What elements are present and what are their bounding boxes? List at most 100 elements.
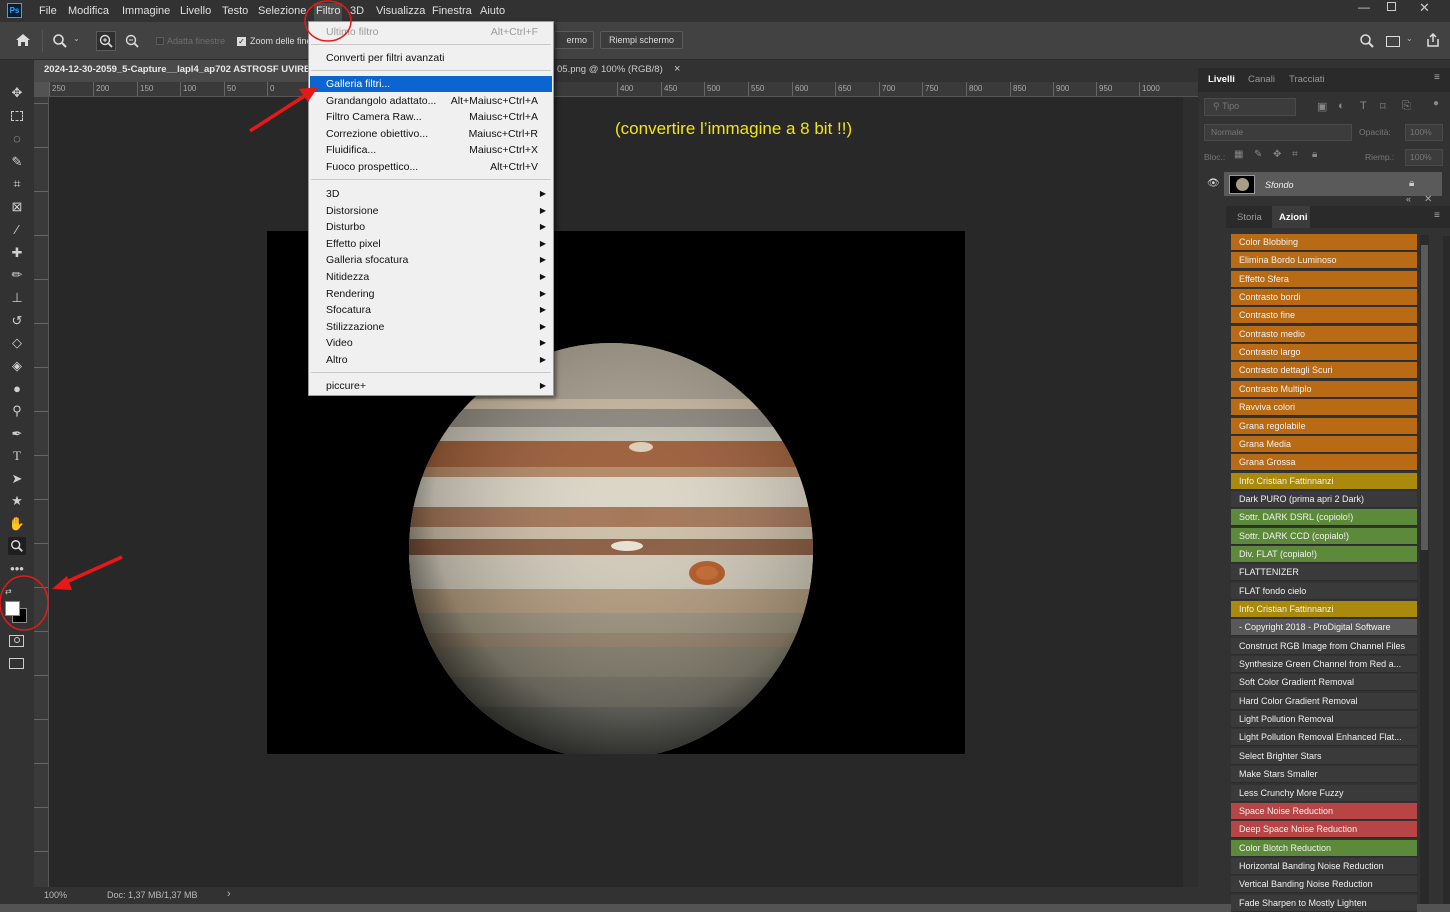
pen-tool-icon[interactable]: ✒ xyxy=(8,425,26,443)
path-selection-tool-icon[interactable]: ➤ xyxy=(8,470,26,488)
action-item[interactable]: Construct RGB Image from Channel Files xyxy=(1231,637,1417,655)
action-item[interactable]: Contrasto dettagli Scuri xyxy=(1231,362,1417,380)
filter-type-icon[interactable]: T xyxy=(1360,100,1367,112)
action-item[interactable]: Color Blobbing xyxy=(1231,234,1417,251)
action-item[interactable]: Effetto Sfera xyxy=(1231,270,1417,288)
action-item[interactable]: FLAT fondo cielo xyxy=(1231,582,1417,600)
action-item[interactable]: Synthesize Green Channel from Red a... xyxy=(1231,656,1417,674)
action-item[interactable]: Dark PURO (prima apri 2 Dark) xyxy=(1231,490,1417,508)
action-item[interactable]: Soft Color Gradient Removal xyxy=(1231,674,1417,692)
marquee-tool-icon[interactable] xyxy=(8,107,26,125)
action-item[interactable]: Horizontal Banding Noise Reduction xyxy=(1231,857,1417,875)
maximize-icon[interactable] xyxy=(1387,2,1396,11)
adapt-windows-checkbox[interactable] xyxy=(156,37,164,45)
action-item[interactable]: Contrasto Multiplo xyxy=(1231,380,1417,398)
tab-azioni[interactable]: Azioni xyxy=(1272,206,1310,228)
action-item[interactable]: Elimina Bordo Luminoso xyxy=(1231,252,1417,270)
action-item[interactable]: Div. FLAT (copialo!) xyxy=(1231,545,1417,563)
shape-tool-icon[interactable]: ★ xyxy=(8,492,26,510)
quick-mask-icon[interactable] xyxy=(9,635,24,647)
zoom-tool-active-icon[interactable] xyxy=(8,537,26,555)
layer-filter-dropdown[interactable]: ⚲ Tipo xyxy=(1204,98,1296,116)
brush-tool-icon[interactable]: ✏ xyxy=(8,266,26,284)
actions-scrollbar[interactable] xyxy=(1420,235,1429,904)
filter-pixel-icon[interactable]: ▣ xyxy=(1317,100,1327,113)
action-item[interactable]: FLATTENIZER xyxy=(1231,564,1417,582)
menu-item-stilizzazione[interactable]: Stilizzazione ▶ xyxy=(310,319,552,335)
blend-mode-dropdown[interactable]: Normale xyxy=(1204,124,1352,141)
actions-menu-icon[interactable]: ≡ xyxy=(1434,210,1440,221)
hand-tool-icon[interactable]: ✋ xyxy=(8,515,26,533)
action-item[interactable]: Vertical Banding Noise Reduction xyxy=(1231,876,1417,894)
menu-3d[interactable]: 3D xyxy=(350,5,364,17)
minimize-icon[interactable]: — xyxy=(1358,0,1370,14)
zoom-out-icon[interactable] xyxy=(123,32,141,50)
action-item[interactable]: - Copyright 2018 - ProDigital Software xyxy=(1231,619,1417,637)
type-tool-icon[interactable]: T xyxy=(8,447,26,465)
action-item[interactable]: Info Cristian Fattinnanzi xyxy=(1231,472,1417,490)
menu-item-galleria-filtri[interactable]: Galleria filtri... xyxy=(310,76,552,92)
panel-menu-icon[interactable]: ≡ xyxy=(1434,72,1440,83)
move-tool-icon[interactable]: ✥ xyxy=(8,84,26,102)
layer-name[interactable]: Sfondo xyxy=(1265,180,1294,190)
action-item[interactable]: Contrasto medio xyxy=(1231,325,1417,343)
action-item[interactable]: Hard Color Gradient Removal xyxy=(1231,692,1417,710)
clone-stamp-tool-icon[interactable]: ⊥ xyxy=(8,289,26,307)
action-item[interactable]: Contrasto bordi xyxy=(1231,289,1417,307)
fill-screen-button[interactable]: Riempi schermo xyxy=(600,31,684,49)
frame-tool-icon[interactable]: ⊠ xyxy=(8,198,26,216)
menu-visualizza[interactable]: Visualizza xyxy=(376,5,425,17)
eyedropper-tool-icon[interactable]: ⁄ xyxy=(8,221,26,239)
menu-item-effetto-pixel[interactable]: Effetto pixel ▶ xyxy=(310,236,552,252)
menu-livello[interactable]: Livello xyxy=(180,5,211,17)
action-item[interactable]: Grana regolabile xyxy=(1231,417,1417,435)
menu-modifica[interactable]: Modifica xyxy=(68,5,109,17)
zoom-in-button[interactable] xyxy=(96,31,116,51)
foreground-color-swatch[interactable] xyxy=(5,601,20,616)
action-item[interactable]: Info Cristian Fattinnanzi xyxy=(1231,601,1417,618)
menu-item-nitidezza[interactable]: Nitidezza ▶ xyxy=(310,269,552,285)
menu-item-altro[interactable]: Altro ▶ xyxy=(310,352,552,368)
fill-input[interactable]: 100% xyxy=(1405,149,1443,166)
opacity-input[interactable]: 100% xyxy=(1405,124,1443,141)
layer-visibility-icon[interactable]: 👁︎ xyxy=(1207,178,1220,189)
tab-tracciati[interactable]: Tracciati xyxy=(1289,74,1325,85)
menu-item-sfocatura[interactable]: Sfocatura ▶ xyxy=(310,302,552,318)
actions-scroll-thumb[interactable] xyxy=(1421,245,1428,550)
action-item[interactable]: Light Pollution Removal Enhanced Flat... xyxy=(1231,729,1417,747)
more-tools-icon[interactable]: ••• xyxy=(8,560,26,578)
swap-colors-icon[interactable]: ⇄ xyxy=(5,587,12,596)
action-item[interactable]: Contrasto largo xyxy=(1231,344,1417,362)
action-item[interactable]: Contrasto fine xyxy=(1231,307,1417,325)
paint-bucket-tool-icon[interactable]: ◈ xyxy=(8,357,26,375)
tab-canali[interactable]: Canali xyxy=(1248,74,1275,85)
history-brush-tool-icon[interactable]: ↺ xyxy=(8,312,26,330)
zoom-all-checkbox[interactable]: ✓ xyxy=(237,37,246,46)
document-tab[interactable]: 2024-12-30-2059_5-Capture__lapl4_ap702 A… xyxy=(34,60,309,82)
chevron-down-icon[interactable]: ⌄ xyxy=(73,34,80,43)
home-icon[interactable] xyxy=(15,33,31,47)
action-item[interactable]: Color Blotch Reduction xyxy=(1231,839,1417,857)
action-item[interactable]: Deep Space Noise Reduction xyxy=(1231,821,1417,839)
menu-file[interactable]: File xyxy=(39,5,57,17)
menu-item-correzione-obiettivo[interactable]: Correzione obiettivo... Maiusc+Ctrl+R xyxy=(310,126,552,142)
menu-item-video[interactable]: Video ▶ xyxy=(310,335,552,351)
share-icon[interactable] xyxy=(1425,32,1441,48)
menu-immagine[interactable]: Immagine xyxy=(122,5,170,17)
lock-all-icon[interactable]: 🔒︎ xyxy=(1312,149,1317,160)
action-item[interactable]: Less Crunchy More Fuzzy xyxy=(1231,784,1417,802)
menu-testo[interactable]: Testo xyxy=(222,5,248,17)
search-icon[interactable] xyxy=(1359,33,1375,49)
lasso-tool-icon[interactable]: ◌ xyxy=(8,130,26,148)
crop-tool-icon[interactable]: ⌗ xyxy=(8,175,26,193)
quick-selection-tool-icon[interactable]: ✎ xyxy=(8,153,26,171)
action-item[interactable]: Sottr. DARK DSRL (copiolo!) xyxy=(1231,509,1417,527)
menu-item-rendering[interactable]: Rendering ▶ xyxy=(310,286,552,302)
menu-item-disturbo[interactable]: Disturbo ▶ xyxy=(310,219,552,235)
chevron-down-icon[interactable]: ⌄ xyxy=(1406,34,1413,43)
menu-finestra[interactable]: Finestra xyxy=(432,5,472,17)
menu-item-distorsione[interactable]: Distorsione ▶ xyxy=(310,203,552,219)
action-item[interactable]: Ravviva colori xyxy=(1231,399,1417,417)
menu-item-converti-filtri-avanzati[interactable]: Converti per filtri avanzati xyxy=(310,50,552,66)
filter-smart-object-icon[interactable]: ⎘ xyxy=(1402,100,1411,113)
